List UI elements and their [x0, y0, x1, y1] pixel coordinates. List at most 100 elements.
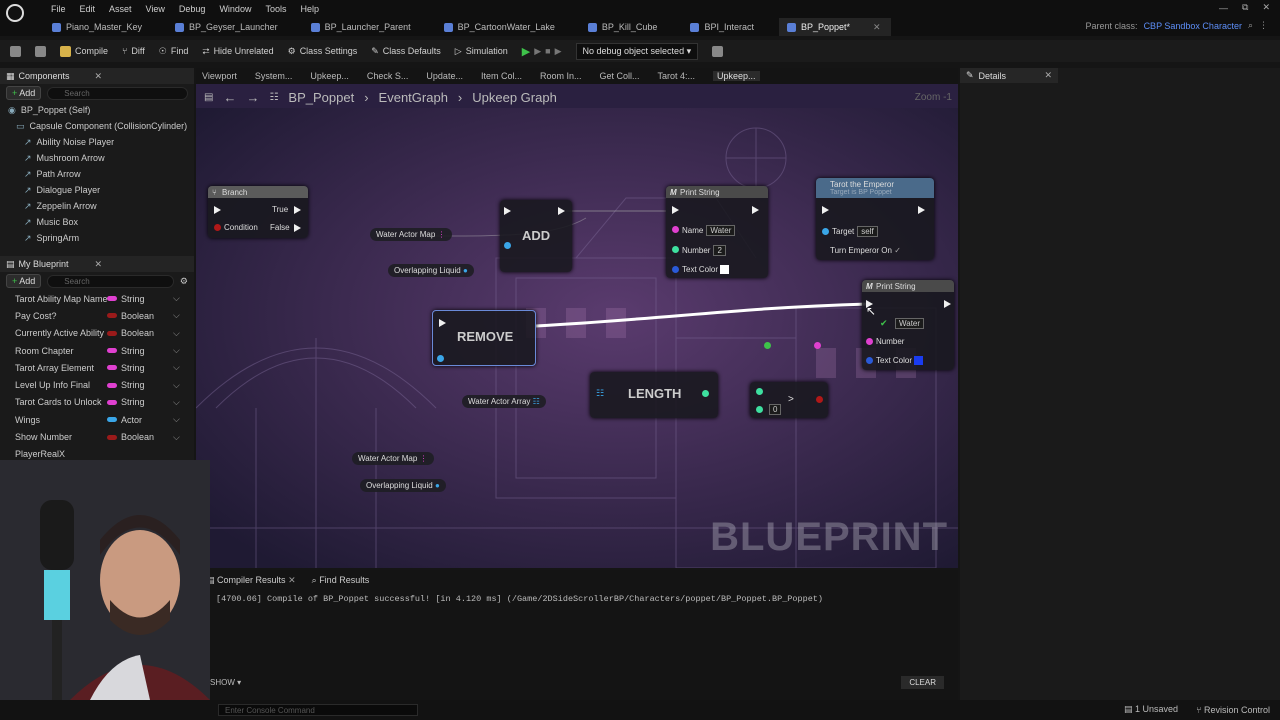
asset-tab[interactable]: BP_Poppet* ✕: [778, 18, 891, 36]
class-settings-button[interactable]: ⚙ Class Settings: [288, 46, 358, 57]
chevron-down-icon[interactable]: ⌵: [173, 328, 180, 339]
exec-out-pin[interactable]: [918, 206, 925, 214]
greater-than-node[interactable]: 0 >: [750, 382, 828, 418]
menu-item-tools[interactable]: Tools: [258, 4, 293, 14]
text-color-pin[interactable]: [672, 266, 679, 273]
exec-in-pin[interactable]: [439, 319, 446, 327]
overlapping-liquid-getter[interactable]: Overlapping Liquid ●: [388, 264, 474, 277]
name-value-input[interactable]: Water: [706, 225, 736, 236]
remove-node[interactable]: REMOVE: [432, 310, 536, 366]
my-blueprint-search-input[interactable]: Search: [47, 274, 174, 288]
add-member-button[interactable]: + Add: [6, 274, 42, 288]
compare-output-pin[interactable]: [816, 396, 823, 403]
add-node[interactable]: ADD: [500, 200, 572, 272]
variable-row[interactable]: Tarot Cards to Unlock String ⌵: [0, 394, 194, 411]
number-value-input[interactable]: 2: [713, 245, 726, 256]
show-dropdown[interactable]: SHOW ▾: [210, 678, 241, 687]
stop-icon[interactable]: ■: [545, 46, 550, 56]
length-output-pin[interactable]: [702, 390, 709, 397]
exec-false-pin[interactable]: [294, 224, 301, 232]
exec-in-pin[interactable]: [672, 206, 679, 214]
compare-a-pin[interactable]: [756, 388, 763, 395]
compile-button[interactable]: Compile: [60, 45, 108, 57]
menu-item-view[interactable]: View: [139, 4, 172, 14]
add-input-pin[interactable]: [504, 242, 511, 249]
variable-type-pill[interactable]: [107, 434, 117, 440]
menu-item-edit[interactable]: Edit: [73, 4, 103, 14]
add-component-button[interactable]: + Add: [6, 86, 42, 100]
branch-node[interactable]: ⑂ Branch True Condition False: [208, 186, 308, 238]
menu-item-window[interactable]: Window: [212, 4, 258, 14]
component-tree-item[interactable]: ↗ Ability Noise Player: [0, 134, 194, 150]
close-icon[interactable]: ✕: [94, 259, 102, 270]
console-command-input[interactable]: Enter Console Command: [218, 704, 418, 716]
close-tab-icon[interactable]: ✕: [873, 22, 881, 33]
restore-icon[interactable]: ⧉: [1242, 2, 1248, 13]
variable-row[interactable]: Pay Cost? Boolean ⌵: [0, 307, 194, 324]
compare-b-pin[interactable]: [756, 406, 763, 413]
asset-tab[interactable]: Piano_Master_Key: [44, 18, 152, 36]
tarot-the-emperor-node[interactable]: Tarot the Emperor Target is BP Poppet Ta…: [816, 178, 934, 260]
exec-in-pin[interactable]: [214, 206, 221, 214]
component-tree-item[interactable]: ↗ Music Box: [0, 214, 194, 230]
variable-type-pill[interactable]: [107, 330, 117, 336]
variable-row[interactable]: Tarot Ability Map Name String ⌵: [0, 290, 194, 307]
name-pin[interactable]: [672, 226, 679, 233]
menu-item-asset[interactable]: Asset: [102, 4, 139, 14]
overlapping-liquid-getter-2[interactable]: Overlapping Liquid ●: [360, 479, 446, 492]
menu-item-debug[interactable]: Debug: [172, 4, 213, 14]
eject-icon[interactable]: ▶: [555, 46, 562, 57]
exec-out-pin[interactable]: [752, 206, 759, 214]
parent-class-value[interactable]: CBP Sandbox Character: [1144, 21, 1242, 31]
close-window-icon[interactable]: ✕: [1262, 2, 1270, 13]
asset-tab[interactable]: BPI_Interact: [682, 18, 764, 36]
exec-out-pin[interactable]: [944, 300, 951, 308]
variable-row[interactable]: Level Up Info Final String ⌵: [0, 376, 194, 393]
play-icon[interactable]: ▶: [522, 45, 530, 58]
text-color-pin[interactable]: [866, 357, 873, 364]
asset-tab[interactable]: BP_Launcher_Parent: [303, 18, 421, 36]
exec-out-pin[interactable]: [558, 207, 565, 215]
variable-row[interactable]: Wings Actor ⌵: [0, 411, 194, 428]
save-icon[interactable]: [10, 45, 21, 57]
exec-true-pin[interactable]: [294, 206, 301, 214]
unsaved-indicator[interactable]: ▤ 1 Unsaved: [1124, 704, 1178, 715]
simulation-button[interactable]: ▷ Simulation: [455, 46, 508, 57]
tab-find-results[interactable]: ⌕ Find Results: [312, 575, 370, 586]
gear-icon[interactable]: ⚙: [180, 276, 188, 287]
component-tree-item[interactable]: ↗ Mushroom Arrow: [0, 150, 194, 166]
remove-input-pin[interactable]: [437, 355, 444, 362]
exec-in-pin[interactable]: [504, 207, 511, 215]
reroute-pin[interactable]: [814, 342, 821, 349]
variable-row[interactable]: Show Number Boolean ⌵: [0, 428, 194, 445]
unreal-logo-icon[interactable]: [6, 4, 24, 22]
revision-control-button[interactable]: ⑂ Revision Control: [1196, 705, 1270, 715]
close-icon[interactable]: ✕: [1044, 70, 1052, 81]
components-search-input[interactable]: Search: [47, 86, 188, 100]
component-tree-item[interactable]: ◉ BP_Poppet (Self): [0, 102, 194, 118]
name-value-input[interactable]: Water: [895, 318, 925, 329]
diff-button[interactable]: ⑂ Diff: [122, 46, 145, 56]
compare-b-value[interactable]: 0: [769, 404, 782, 415]
event-graph-canvas[interactable]: Viewport System... Upkeep... Check S... Upda…: [196, 68, 958, 568]
variable-type-pill[interactable]: [107, 313, 117, 319]
variable-type-pill[interactable]: [107, 382, 117, 388]
target-pin[interactable]: [822, 228, 829, 235]
chevron-down-icon[interactable]: ⌵: [173, 397, 180, 408]
chevron-down-icon[interactable]: ⌵: [173, 362, 180, 373]
browse-icon[interactable]: [35, 45, 46, 57]
component-tree-item[interactable]: ↗ Dialogue Player: [0, 182, 194, 198]
chevron-down-icon[interactable]: ⌵: [173, 310, 180, 321]
chevron-down-icon[interactable]: ⌵: [173, 293, 180, 304]
hide-unrelated-button[interactable]: ⮂ Hide Unrelated: [202, 46, 273, 57]
component-tree-item[interactable]: ↗ Path Arrow: [0, 166, 194, 182]
variable-type-pill[interactable]: [107, 296, 117, 302]
number-pin[interactable]: [672, 246, 679, 253]
asset-tab[interactable]: BP_CartoonWater_Lake: [436, 18, 565, 36]
search-icon[interactable]: ⌕: [1248, 20, 1253, 31]
text-color-swatch[interactable]: [720, 265, 730, 275]
variable-row[interactable]: Room Chapter String ⌵: [0, 342, 194, 359]
chevron-down-icon[interactable]: ⌵: [173, 380, 180, 391]
variable-type-pill[interactable]: [107, 399, 117, 405]
debug-object-select[interactable]: No debug object selected ▾: [575, 42, 699, 60]
